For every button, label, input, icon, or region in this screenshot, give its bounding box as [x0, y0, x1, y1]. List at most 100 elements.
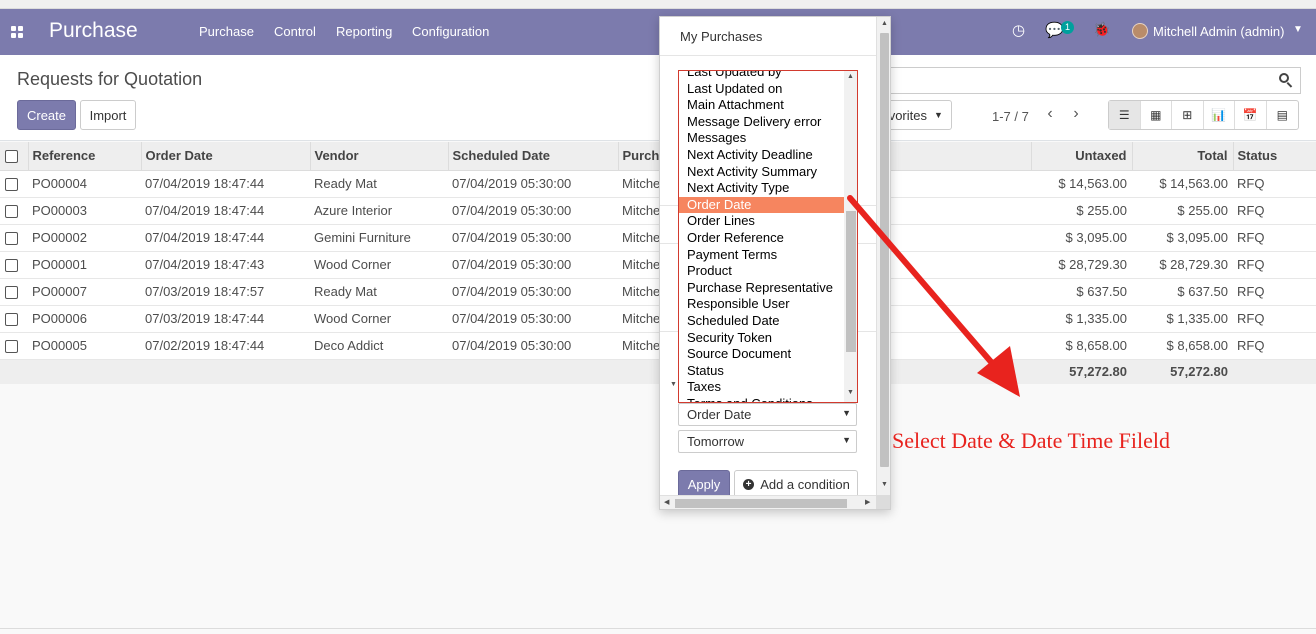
custom-filter-field-select[interactable]: Order Date ▼ — [678, 403, 857, 426]
browser-top-strip — [0, 0, 1316, 9]
kanban-view-icon[interactable]: ▦ — [1141, 101, 1172, 129]
table-header: Reference Order Date Vendor Scheduled Da… — [0, 142, 1316, 171]
table-row[interactable]: PO00004 07/04/2019 18:47:44 Ready Mat 07/04… — [0, 170, 1316, 198]
field-option[interactable]: Next Activity Summary — [679, 164, 844, 181]
table-row[interactable]: PO00007 07/03/2019 18:47:57 Ready Mat 07/04… — [0, 278, 1316, 306]
custom-filter-operator-select[interactable]: Tomorrow ▼ — [678, 430, 857, 453]
table-row[interactable]: PO00001 07/04/2019 18:47:43 Wood Corner 07/… — [0, 251, 1316, 279]
row-checkbox[interactable] — [0, 278, 28, 306]
field-option[interactable]: Payment Terms — [679, 247, 844, 264]
dropdown-horizontal-scrollbar[interactable]: ◀ ▶ — [660, 495, 876, 509]
divider — [660, 55, 876, 56]
row-checkbox[interactable] — [0, 305, 28, 333]
search-icon[interactable] — [1278, 72, 1294, 88]
menu-purchase[interactable]: Purchase — [199, 24, 254, 39]
field-option[interactable]: Last Updated on — [679, 81, 844, 98]
field-option[interactable]: Product — [679, 263, 844, 280]
user-menu[interactable]: Mitchell Admin (admin) — [1153, 24, 1285, 39]
field-option[interactable]: Responsible User — [679, 296, 844, 313]
user-avatar[interactable] — [1132, 23, 1148, 39]
field-option[interactable]: Next Activity Deadline — [679, 147, 844, 164]
search-input[interactable] — [880, 67, 1301, 94]
field-option[interactable]: Terms and Conditions — [679, 396, 844, 402]
messages-count-badge: 1 — [1061, 21, 1074, 34]
pivot-view-icon[interactable]: ⊞ — [1172, 101, 1204, 129]
menu-control[interactable]: Control — [274, 24, 316, 39]
field-option[interactable]: Order Lines — [679, 213, 844, 230]
pager-value[interactable]: 1-7 / 7 — [992, 109, 1029, 124]
field-option[interactable]: Order Date — [679, 196, 844, 214]
column-header[interactable]: Vendor — [310, 142, 449, 171]
calendar-view-icon[interactable]: 📅 — [1235, 101, 1267, 129]
main-navbar: Purchase Purchase Control Reporting Conf… — [0, 9, 1316, 55]
table-row[interactable]: PO00003 07/04/2019 18:47:44 Azure Interior… — [0, 197, 1316, 225]
filter-my-purchases[interactable]: My Purchases — [680, 29, 762, 44]
table-row[interactable]: PO00002 07/04/2019 18:47:44 Gemini Furnitu… — [0, 224, 1316, 252]
pager-previous-icon[interactable]: ‹ — [1041, 105, 1059, 125]
field-option[interactable]: Last Updated by — [679, 71, 844, 81]
field-option[interactable]: Purchase Representative — [679, 280, 844, 297]
debug-bug-icon[interactable]: 🐞 — [1093, 21, 1110, 38]
scroll-up-icon[interactable]: ▲ — [881, 20, 888, 27]
graph-view-icon[interactable]: 📊 — [1204, 101, 1235, 129]
field-option[interactable]: Order Reference — [679, 230, 844, 247]
scrollbar-thumb[interactable] — [675, 499, 847, 508]
table-row[interactable]: PO00006 07/03/2019 18:47:44 Wood Corner 07/… — [0, 305, 1316, 333]
table-cell: PO00001 — [28, 251, 141, 279]
field-option[interactable]: Message Delivery error — [679, 114, 844, 131]
field-options-listbox[interactable]: Last Updated by Last Updated on Main Attac… — [678, 70, 858, 403]
table-cell — [1233, 359, 1316, 384]
column-header[interactable]: Scheduled Date — [448, 142, 619, 171]
table-cell — [448, 359, 618, 384]
row-checkbox[interactable] — [0, 170, 28, 198]
pager-next-icon[interactable]: › — [1067, 105, 1085, 125]
table-cell: Wood Corner — [310, 305, 448, 333]
create-button[interactable]: Create — [17, 100, 76, 130]
row-checkbox[interactable] — [0, 332, 28, 360]
table-cell: $ 3,095.00 — [1132, 224, 1233, 252]
table-cell: PO00003 — [28, 197, 141, 225]
table-cell: 07/04/2019 05:30:00 — [448, 278, 618, 306]
field-option[interactable]: Status — [679, 363, 844, 380]
row-checkbox[interactable] — [0, 224, 28, 252]
column-header[interactable]: Total — [1132, 142, 1234, 171]
custom-filter-caret-icon[interactable]: ▼ — [670, 381, 677, 388]
row-checkbox[interactable] — [0, 197, 28, 225]
select-all-checkbox[interactable] — [0, 142, 29, 171]
user-menu-caret-icon[interactable]: ▼ — [1293, 24, 1303, 35]
column-header[interactable]: Order Date — [141, 142, 311, 171]
field-option[interactable]: Messages — [679, 130, 844, 147]
menu-configuration[interactable]: Configuration — [412, 24, 489, 39]
grand-total: 57,272.80 — [1132, 359, 1233, 384]
menu-reporting[interactable]: Reporting — [336, 24, 392, 39]
list-view-icon[interactable]: ☰ — [1109, 101, 1141, 129]
scroll-down-icon[interactable]: ▼ — [881, 481, 888, 488]
row-checkbox[interactable] — [0, 251, 28, 279]
table-totals-row: 57,272.80 57,272.80 — [0, 359, 1316, 384]
activity-clock-icon[interactable]: ◷ — [1012, 21, 1025, 39]
table-cell: RFQ — [1233, 224, 1316, 252]
field-option[interactable]: Taxes — [679, 379, 844, 396]
activity-view-icon[interactable]: ▤ — [1267, 101, 1298, 129]
scroll-right-icon[interactable]: ▶ — [865, 498, 870, 506]
scroll-up-icon[interactable]: ▲ — [847, 73, 854, 80]
field-option[interactable]: Scheduled Date — [679, 313, 844, 330]
field-option[interactable]: Source Document — [679, 346, 844, 363]
table-row[interactable]: PO00005 07/02/2019 18:47:44 Deco Addict 07/… — [0, 332, 1316, 360]
favorites-caret-icon: ▼ — [934, 110, 943, 120]
table-cell: 07/04/2019 18:47:43 — [141, 251, 310, 279]
field-option[interactable]: Main Attachment — [679, 97, 844, 114]
table-cell: 07/04/2019 05:30:00 — [448, 170, 618, 198]
app-brand[interactable]: Purchase — [49, 19, 138, 43]
column-header[interactable]: Reference — [28, 142, 142, 171]
divider — [0, 628, 1316, 629]
table-cell: Ready Mat — [310, 170, 448, 198]
field-option[interactable]: Next Activity Type — [679, 180, 844, 197]
scroll-left-icon[interactable]: ◀ — [664, 498, 669, 506]
table-cell: $ 255.00 — [1132, 197, 1233, 225]
apps-menu-icon[interactable] — [11, 26, 23, 38]
column-header[interactable]: Status — [1233, 142, 1316, 171]
field-option[interactable]: Security Token — [679, 330, 844, 347]
import-button[interactable]: Import — [80, 100, 136, 130]
column-header[interactable]: Untaxed — [1031, 142, 1133, 171]
